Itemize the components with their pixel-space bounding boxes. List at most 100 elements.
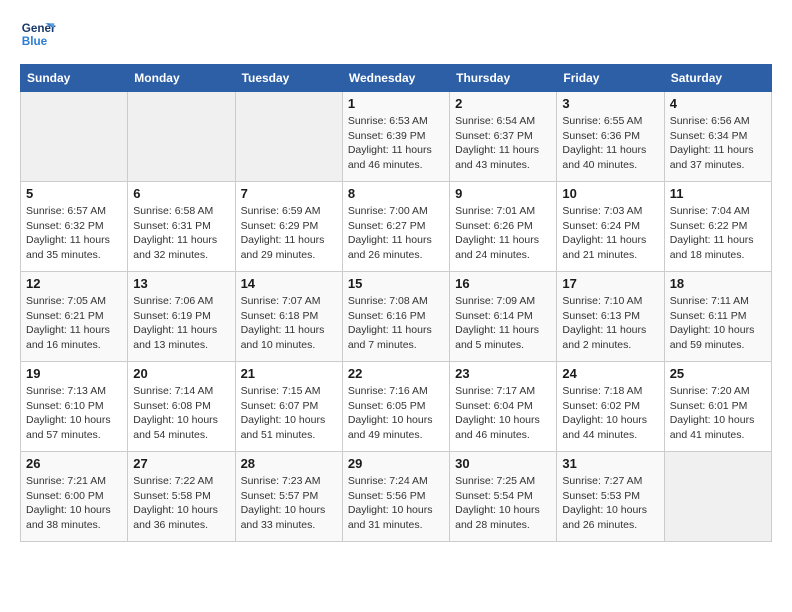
day-number: 31 [562,456,658,471]
week-row-4: 19 Sunrise: 7:13 AM Sunset: 6:10 PM Dayli… [21,362,772,452]
day-info: Sunrise: 6:55 AM Sunset: 6:36 PM Dayligh… [562,114,658,173]
day-info: Sunrise: 7:14 AM Sunset: 6:08 PM Dayligh… [133,384,229,443]
day-number: 27 [133,456,229,471]
day-cell: 28 Sunrise: 7:23 AM Sunset: 5:57 PM Dayli… [235,452,342,542]
day-cell: 7 Sunrise: 6:59 AM Sunset: 6:29 PM Daylig… [235,182,342,272]
day-info: Sunrise: 7:00 AM Sunset: 6:27 PM Dayligh… [348,204,444,263]
day-number: 7 [241,186,337,201]
day-info: Sunrise: 7:13 AM Sunset: 6:10 PM Dayligh… [26,384,122,443]
day-number: 28 [241,456,337,471]
day-info: Sunrise: 7:21 AM Sunset: 6:00 PM Dayligh… [26,474,122,533]
day-number: 9 [455,186,551,201]
day-number: 17 [562,276,658,291]
day-number: 22 [348,366,444,381]
day-cell: 6Sunrise: 6:58 AM Sunset: 6:31 PM Daylig… [128,182,235,272]
header-cell-saturday: Saturday [664,65,771,92]
day-cell: 9 Sunrise: 7:01 AM Sunset: 6:26 PM Daylig… [450,182,557,272]
day-number: 1 [348,96,444,111]
day-info: Sunrise: 7:22 AM Sunset: 5:58 PM Dayligh… [133,474,229,533]
day-info: Sunrise: 7:23 AM Sunset: 5:57 PM Dayligh… [241,474,337,533]
day-number: 3 [562,96,658,111]
day-number: 13 [133,276,229,291]
day-cell [21,92,128,182]
header-row: SundayMondayTuesdayWednesdayThursdayFrid… [21,65,772,92]
header-cell-wednesday: Wednesday [342,65,449,92]
day-info: Sunrise: 7:16 AM Sunset: 6:05 PM Dayligh… [348,384,444,443]
header-cell-tuesday: Tuesday [235,65,342,92]
day-info: Sunrise: 6:59 AM Sunset: 6:29 PM Dayligh… [241,204,337,263]
calendar-table: SundayMondayTuesdayWednesdayThursdayFrid… [20,64,772,542]
day-info: Sunrise: 7:01 AM Sunset: 6:26 PM Dayligh… [455,204,551,263]
week-row-5: 26 Sunrise: 7:21 AM Sunset: 6:00 PM Dayli… [21,452,772,542]
day-cell: 21 Sunrise: 7:15 AM Sunset: 6:07 PM Dayli… [235,362,342,452]
day-number: 10 [562,186,658,201]
day-cell: 14 Sunrise: 7:07 AM Sunset: 6:18 PM Dayli… [235,272,342,362]
day-cell: 22 Sunrise: 7:16 AM Sunset: 6:05 PM Dayli… [342,362,449,452]
day-number: 23 [455,366,551,381]
day-cell: 11Sunrise: 7:04 AM Sunset: 6:22 PM Dayli… [664,182,771,272]
day-cell: 4 Sunrise: 6:56 AM Sunset: 6:34 PM Daylig… [664,92,771,182]
day-cell: 31 Sunrise: 7:27 AM Sunset: 5:53 PM Dayli… [557,452,664,542]
day-number: 20 [133,366,229,381]
day-info: Sunrise: 7:09 AM Sunset: 6:14 PM Dayligh… [455,294,551,353]
day-cell: 20 Sunrise: 7:14 AM Sunset: 6:08 PM Dayli… [128,362,235,452]
day-info: Sunrise: 7:11 AM Sunset: 6:11 PM Dayligh… [670,294,766,353]
day-cell: 18 Sunrise: 7:11 AM Sunset: 6:11 PM Dayli… [664,272,771,362]
day-number: 14 [241,276,337,291]
day-cell: 2 Sunrise: 6:54 AM Sunset: 6:37 PM Daylig… [450,92,557,182]
day-number: 18 [670,276,766,291]
day-cell: 26 Sunrise: 7:21 AM Sunset: 6:00 PM Dayli… [21,452,128,542]
day-number: 16 [455,276,551,291]
day-number: 2 [455,96,551,111]
week-row-1: 1Sunrise: 6:53 AM Sunset: 6:39 PM Daylig… [21,92,772,182]
day-cell: 27 Sunrise: 7:22 AM Sunset: 5:58 PM Dayli… [128,452,235,542]
day-number: 26 [26,456,122,471]
day-info: Sunrise: 7:05 AM Sunset: 6:21 PM Dayligh… [26,294,122,353]
day-cell: 1Sunrise: 6:53 AM Sunset: 6:39 PM Daylig… [342,92,449,182]
day-number: 21 [241,366,337,381]
logo-icon: General Blue [20,16,56,52]
day-number: 15 [348,276,444,291]
day-info: Sunrise: 6:54 AM Sunset: 6:37 PM Dayligh… [455,114,551,173]
svg-text:Blue: Blue [22,35,48,48]
day-info: Sunrise: 6:56 AM Sunset: 6:34 PM Dayligh… [670,114,766,173]
week-row-2: 5 Sunrise: 6:57 AM Sunset: 6:32 PM Daylig… [21,182,772,272]
page-header: General Blue [20,16,772,52]
day-info: Sunrise: 7:20 AM Sunset: 6:01 PM Dayligh… [670,384,766,443]
day-info: Sunrise: 7:03 AM Sunset: 6:24 PM Dayligh… [562,204,658,263]
header-cell-thursday: Thursday [450,65,557,92]
day-info: Sunrise: 7:17 AM Sunset: 6:04 PM Dayligh… [455,384,551,443]
day-cell: 16 Sunrise: 7:09 AM Sunset: 6:14 PM Dayli… [450,272,557,362]
header-cell-friday: Friday [557,65,664,92]
day-cell: 5 Sunrise: 6:57 AM Sunset: 6:32 PM Daylig… [21,182,128,272]
day-cell: 17 Sunrise: 7:10 AM Sunset: 6:13 PM Dayli… [557,272,664,362]
day-cell: 25 Sunrise: 7:20 AM Sunset: 6:01 PM Dayli… [664,362,771,452]
day-number: 30 [455,456,551,471]
header-cell-monday: Monday [128,65,235,92]
day-number: 24 [562,366,658,381]
day-info: Sunrise: 7:24 AM Sunset: 5:56 PM Dayligh… [348,474,444,533]
day-cell: 10 Sunrise: 7:03 AM Sunset: 6:24 PM Dayli… [557,182,664,272]
day-number: 19 [26,366,122,381]
day-cell: 15Sunrise: 7:08 AM Sunset: 6:16 PM Dayli… [342,272,449,362]
day-number: 12 [26,276,122,291]
day-number: 4 [670,96,766,111]
day-info: Sunrise: 7:07 AM Sunset: 6:18 PM Dayligh… [241,294,337,353]
day-cell [235,92,342,182]
day-number: 6 [133,186,229,201]
day-number: 11 [670,186,766,201]
day-cell: 12 Sunrise: 7:05 AM Sunset: 6:21 PM Dayli… [21,272,128,362]
day-info: Sunrise: 7:27 AM Sunset: 5:53 PM Dayligh… [562,474,658,533]
day-info: Sunrise: 7:06 AM Sunset: 6:19 PM Dayligh… [133,294,229,353]
day-info: Sunrise: 7:18 AM Sunset: 6:02 PM Dayligh… [562,384,658,443]
day-info: Sunrise: 7:10 AM Sunset: 6:13 PM Dayligh… [562,294,658,353]
header-cell-sunday: Sunday [21,65,128,92]
day-cell: 19 Sunrise: 7:13 AM Sunset: 6:10 PM Dayli… [21,362,128,452]
day-number: 25 [670,366,766,381]
day-cell: 23 Sunrise: 7:17 AM Sunset: 6:04 PM Dayli… [450,362,557,452]
day-number: 29 [348,456,444,471]
logo: General Blue [20,16,56,52]
day-number: 5 [26,186,122,201]
day-info: Sunrise: 6:57 AM Sunset: 6:32 PM Dayligh… [26,204,122,263]
day-info: Sunrise: 7:15 AM Sunset: 6:07 PM Dayligh… [241,384,337,443]
